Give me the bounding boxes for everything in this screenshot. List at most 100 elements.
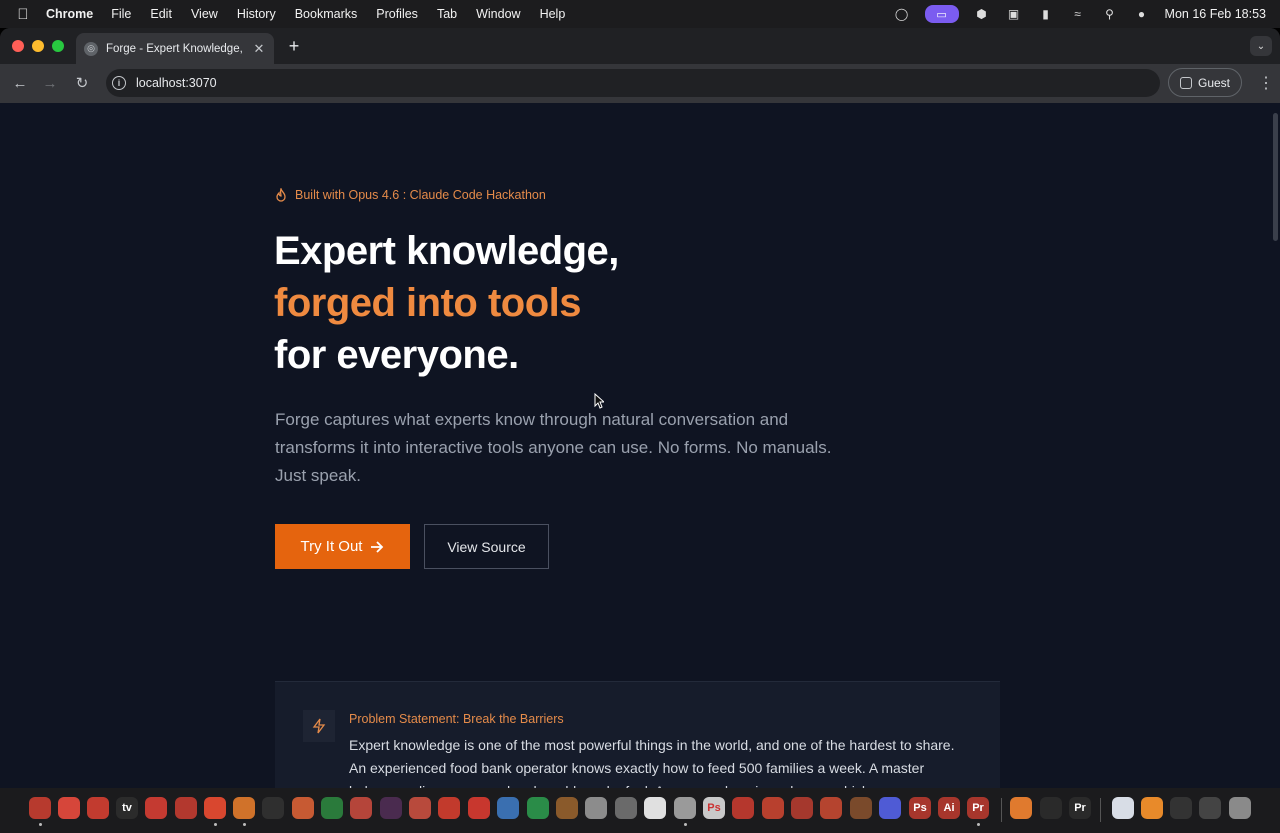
battery-icon[interactable]: ▮ — [1037, 7, 1055, 21]
contacts-icon[interactable] — [409, 797, 431, 819]
spreadsheet-icon[interactable] — [791, 797, 813, 819]
discord-icon[interactable] — [879, 797, 901, 819]
affinity-icon[interactable] — [732, 797, 754, 819]
app-store-icon[interactable] — [145, 797, 167, 819]
mail-icon[interactable] — [350, 797, 372, 819]
photoshop-icon[interactable]: Ps — [909, 797, 931, 819]
forge-recent-icon[interactable] — [1010, 797, 1032, 819]
launchpad-icon[interactable] — [58, 797, 80, 819]
view-source-button[interactable]: View Source — [424, 524, 549, 569]
tab-close-icon[interactable]: ✕ — [252, 41, 266, 57]
site-info-icon[interactable]: i — [112, 76, 126, 90]
try-it-out-button[interactable]: Try It Out — [275, 524, 410, 569]
window-controls — [12, 40, 64, 52]
browser-window: ◎ Forge - Expert Knowledge, Fo ✕ + ⌄ ← →… — [0, 28, 1280, 788]
menu-clock[interactable]: Mon 16 Feb 18:53 — [1165, 7, 1266, 21]
drive-icon[interactable] — [644, 797, 666, 819]
autocad-icon[interactable] — [762, 797, 784, 819]
wifi-icon[interactable]: ≈ — [1069, 7, 1087, 21]
docker-icon[interactable]: ▣ — [1005, 7, 1023, 21]
profile-icon — [1179, 76, 1192, 89]
screenshot-stack-icon[interactable] — [1170, 797, 1192, 819]
minimize-window-button[interactable] — [32, 40, 44, 52]
forward-arrow-icon[interactable]: → — [40, 73, 60, 93]
menu-bookmarks[interactable]: Bookmarks — [295, 7, 358, 21]
illustrator-label: Ai — [943, 802, 955, 814]
badge-text: Built with Opus 4.6 : Claude Code Hackat… — [295, 188, 546, 202]
cube-icon[interactable]: ⬢ — [973, 7, 991, 21]
address-bar[interactable]: i localhost:3070 — [106, 69, 1160, 97]
illustrator-icon[interactable]: Ai — [938, 797, 960, 819]
apple-menu-icon[interactable]:  — [0, 6, 46, 23]
reeder-icon[interactable] — [556, 797, 578, 819]
slack-icon[interactable] — [380, 797, 402, 819]
chrome-menu-icon[interactable]: ⋮ — [1258, 73, 1274, 93]
chrome-icon[interactable] — [204, 797, 226, 819]
docker-app-icon[interactable] — [674, 797, 696, 819]
claude-icon[interactable] — [292, 797, 314, 819]
page-viewport: Built with Opus 4.6 : Claude Code Hackat… — [0, 103, 1280, 788]
sketch-icon[interactable] — [820, 797, 842, 819]
premiere-recent-icon[interactable]: Pr — [1069, 797, 1091, 819]
archive-icon[interactable] — [850, 797, 872, 819]
hero-headline-line2: forged into tools — [274, 281, 582, 325]
facetime-icon[interactable] — [87, 797, 109, 819]
menu-help[interactable]: Help — [540, 7, 566, 21]
fullscreen-window-button[interactable] — [52, 40, 64, 52]
activity-monitor-icon[interactable] — [468, 797, 490, 819]
hackathon-badge: Built with Opus 4.6 : Claude Code Hackat… — [275, 188, 546, 202]
running-indicator — [214, 823, 217, 826]
whatsapp-icon[interactable] — [321, 797, 343, 819]
reload-icon[interactable]: ↻ — [72, 73, 92, 93]
chatgpt-icon[interactable] — [262, 797, 284, 819]
new-tab-button[interactable]: + — [285, 36, 303, 57]
menu-file[interactable]: File — [111, 7, 131, 21]
menu-tab[interactable]: Tab — [437, 7, 457, 21]
dock-separator — [1001, 798, 1002, 822]
menu-profiles[interactable]: Profiles — [376, 7, 418, 21]
document-icon[interactable] — [1112, 797, 1134, 819]
downloads-folder-icon[interactable] — [1141, 797, 1163, 819]
terminal-icon[interactable] — [438, 797, 460, 819]
spotlight-search-icon[interactable]: ⚲ — [1101, 7, 1119, 21]
finder-icon[interactable] — [29, 797, 51, 819]
address-bar-url[interactable]: localhost:3070 — [136, 76, 217, 90]
tab-search-chevron-icon[interactable]: ⌄ — [1250, 36, 1272, 56]
safari-icon[interactable] — [175, 797, 197, 819]
back-arrow-icon[interactable]: ← — [10, 73, 30, 93]
macos-dock: tv Ps Ps Ai Pr Pr — [0, 788, 1280, 833]
forge-app-icon[interactable] — [233, 797, 255, 819]
menu-history[interactable]: History — [237, 7, 276, 21]
vpn-app-icon[interactable] — [615, 797, 637, 819]
lightning-icon — [303, 710, 335, 742]
browser-toolbar: ← → ↻ i localhost:3070 Guest ⋮ — [0, 64, 1280, 103]
menu-view[interactable]: View — [191, 7, 218, 21]
browser-tab-active[interactable]: ◎ Forge - Expert Knowledge, Fo ✕ — [76, 33, 274, 64]
menu-app-name[interactable]: Chrome — [46, 7, 93, 21]
vpn-icon[interactable]: ◯ — [893, 7, 911, 21]
creative-cloud-icon[interactable] — [585, 797, 607, 819]
running-indicator — [977, 823, 980, 826]
spotify-icon[interactable] — [527, 797, 549, 819]
screen-share-icon[interactable]: ▭ — [924, 5, 959, 23]
apple-tv-icon[interactable]: tv — [116, 797, 138, 819]
premiere-icon[interactable]: Pr — [967, 797, 989, 819]
problem-statement-body: Expert knowledge is one of the most powe… — [349, 737, 955, 788]
problem-statement-title: Problem Statement: Break the Barriers — [349, 712, 564, 726]
dock-separator — [1100, 798, 1101, 822]
menu-edit[interactable]: Edit — [150, 7, 172, 21]
close-window-button[interactable] — [12, 40, 24, 52]
trash-icon[interactable] — [1229, 797, 1251, 819]
menu-window[interactable]: Window — [476, 7, 520, 21]
telegram-icon[interactable] — [497, 797, 519, 819]
quicktime-icon[interactable] — [1040, 797, 1062, 819]
tab-strip: ◎ Forge - Expert Knowledge, Fo ✕ + ⌄ — [0, 28, 1280, 64]
photoshop-alt-icon[interactable]: Ps — [703, 797, 725, 819]
photoshop-alt-label: Ps — [707, 802, 721, 814]
premiere-label: Pr — [972, 802, 984, 814]
try-it-out-label: Try It Out — [300, 538, 363, 555]
control-center-icon[interactable]: ● — [1133, 7, 1151, 21]
page-scrollbar[interactable] — [1273, 113, 1278, 241]
profile-button[interactable]: Guest — [1168, 68, 1242, 97]
desktop-stack-icon[interactable] — [1199, 797, 1221, 819]
